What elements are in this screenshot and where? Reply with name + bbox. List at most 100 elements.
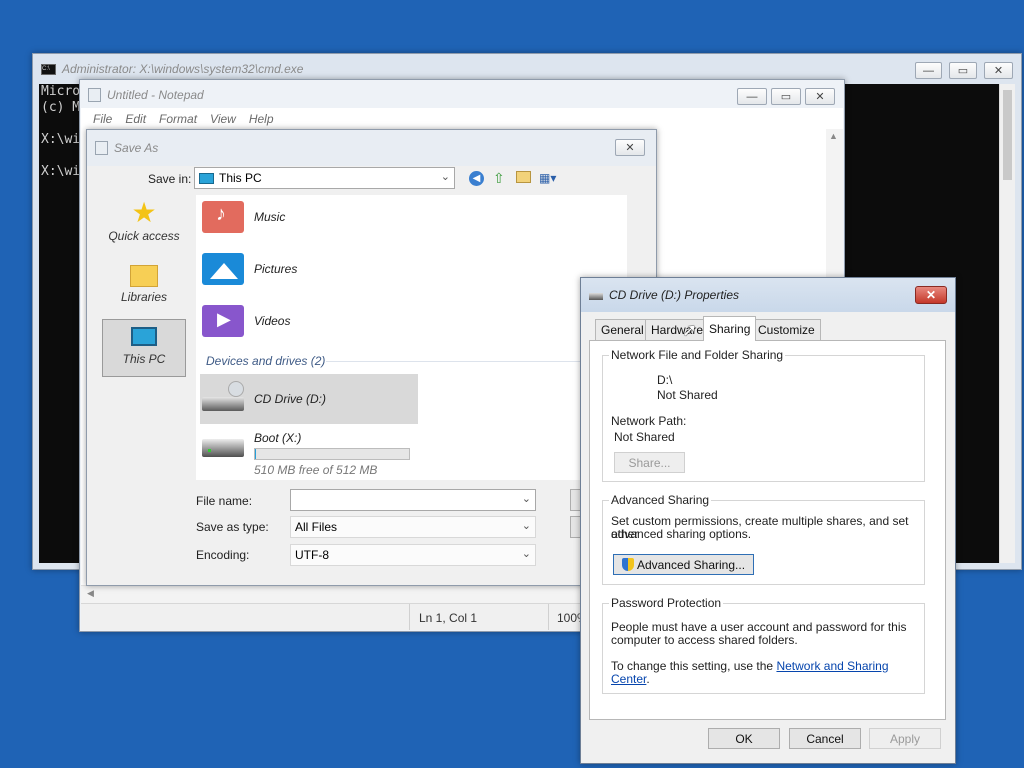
places-bar: ★ Quick access Libraries This PC xyxy=(99,195,189,465)
notepad-close-button[interactable]: ✕ xyxy=(805,88,835,105)
password-protection-title: Password Protection xyxy=(609,596,724,610)
file-name-label: File name: xyxy=(196,494,253,508)
cd-drive-icon xyxy=(202,381,246,417)
properties-titlebar[interactable]: CD Drive (D:) Properties xyxy=(581,278,955,312)
save-as-icon xyxy=(95,141,108,155)
save-as-close-button[interactable]: ✕ xyxy=(615,139,645,156)
drive-usage-fill xyxy=(255,449,256,459)
encoding-value: UTF-8 xyxy=(295,548,329,562)
monitor-icon xyxy=(199,172,214,184)
password-change-text: To change this setting, use the Network … xyxy=(611,660,924,686)
save-in-label: Save in: xyxy=(148,172,192,186)
chevron-down-icon: ⌄ xyxy=(521,548,531,560)
ok-button[interactable]: OK xyxy=(708,728,780,749)
view-menu-icon[interactable]: ▦▾ xyxy=(539,171,556,185)
notepad-minimize-button[interactable]: — xyxy=(737,88,767,105)
back-icon[interactable]: ◀ xyxy=(469,171,484,186)
cmd-scrollbar[interactable] xyxy=(999,84,1015,563)
drive-free-space: 510 MB free of 512 MB xyxy=(254,463,378,477)
status-position: Ln 1, Col 1 xyxy=(419,611,478,625)
tab-customize[interactable]: Customize xyxy=(752,319,821,340)
folder-label: Videos xyxy=(254,314,291,328)
folder-label: Music xyxy=(254,210,286,224)
password-change-prefix: To change this setting, use the xyxy=(611,659,774,673)
chevron-down-icon[interactable]: ⌄ xyxy=(522,492,531,505)
drive-label: Boot (X:) xyxy=(254,431,302,445)
menu-edit[interactable]: Edit xyxy=(125,112,146,126)
file-name-input[interactable]: ⌄ xyxy=(290,489,536,511)
advanced-sharing-title: Advanced Sharing xyxy=(609,493,712,507)
star-icon: ★ xyxy=(131,197,157,228)
cmd-icon: C:\ xyxy=(41,63,56,75)
cmd-maximize-button[interactable]: ▭ xyxy=(949,62,977,79)
devices-header: Devices and drives (2) xyxy=(206,354,326,368)
notepad-titlebar[interactable]: Untitled - Notepad xyxy=(80,80,844,110)
chevron-down-icon: ⌄ xyxy=(440,171,450,183)
uac-shield-icon xyxy=(621,558,634,571)
menu-format[interactable]: Format xyxy=(159,112,197,126)
share-path: D:\ xyxy=(657,373,673,387)
drive-boot[interactable]: Boot (X:) 510 MB free of 512 MB xyxy=(202,431,410,477)
mouse-cursor-icon: ➚ xyxy=(682,320,698,340)
drive-usage-bar xyxy=(254,448,410,460)
drive-label: CD Drive (D:) xyxy=(254,392,326,406)
save-as-type-label: Save as type: xyxy=(196,520,269,534)
menu-file[interactable]: File xyxy=(93,112,112,126)
properties-close-button[interactable]: ✕ xyxy=(915,286,947,304)
file-list[interactable]: ♪ Music Pictures ▶ Videos Devices and dr… xyxy=(196,195,627,480)
cancel-button[interactable] xyxy=(570,516,580,538)
share-state: Not Shared xyxy=(657,388,718,402)
tab-hardware[interactable]: Hardware xyxy=(645,319,710,340)
cmd-title: Administrator: X:\windows\system32\cmd.e… xyxy=(62,62,304,76)
properties-dialog: CD Drive (D:) Properties ✕ General Hardw… xyxy=(580,277,956,764)
drive-cd[interactable]: CD Drive (D:) xyxy=(202,381,326,417)
cmd-minimize-button[interactable]: — xyxy=(915,62,942,79)
save-button[interactable] xyxy=(570,489,580,511)
encoding-dropdown[interactable]: UTF-8 ⌄ xyxy=(290,544,536,566)
up-folder-icon[interactable]: ⇧ xyxy=(493,170,505,187)
sharing-panel: Network File and Folder Sharing D:\ Not … xyxy=(589,340,946,720)
pictures-folder-icon xyxy=(202,251,246,287)
save-as-titlebar[interactable]: Save As xyxy=(87,130,656,166)
place-libraries[interactable]: Libraries xyxy=(102,259,186,317)
place-this-pc[interactable]: This PC xyxy=(102,319,186,377)
tab-general[interactable]: General xyxy=(595,319,650,340)
network-path-label: Network Path: xyxy=(611,414,687,428)
save-as-type-value: All Files xyxy=(295,520,338,534)
share-button[interactable]: Share... xyxy=(614,452,685,473)
menu-help[interactable]: Help xyxy=(249,112,274,126)
advanced-sharing-button[interactable]: Advanced Sharing... xyxy=(613,554,754,575)
place-label: Libraries xyxy=(120,290,168,304)
videos-folder-icon: ▶ xyxy=(202,303,246,339)
scroll-left-icon[interactable]: ◀ xyxy=(87,588,94,599)
password-protection-group: Password Protection People must have a u… xyxy=(602,596,925,694)
encoding-label: Encoding: xyxy=(196,548,250,562)
folder-pictures[interactable]: Pictures xyxy=(202,251,297,287)
place-quick-access[interactable]: ★ Quick access xyxy=(102,195,186,253)
save-in-value: This PC xyxy=(219,171,262,185)
password-text: computer to access shared folders. xyxy=(611,633,798,647)
properties-title: CD Drive (D:) Properties xyxy=(609,288,740,302)
apply-button[interactable]: Apply xyxy=(869,728,941,749)
cmd-close-button[interactable]: ✕ xyxy=(984,62,1013,79)
menu-view[interactable]: View xyxy=(210,112,236,126)
network-sharing-title: Network File and Folder Sharing xyxy=(609,348,786,362)
folder-videos[interactable]: ▶ Videos xyxy=(202,303,290,339)
save-as-type-dropdown[interactable]: All Files ⌄ xyxy=(290,516,536,538)
network-sharing-group: Network File and Folder Sharing D:\ Not … xyxy=(602,348,925,482)
advanced-sharing-group: Advanced Sharing Set custom permissions,… xyxy=(602,493,925,585)
notepad-maximize-button[interactable]: ▭ xyxy=(771,88,801,105)
hard-drive-icon xyxy=(202,431,246,467)
password-change-suffix: . xyxy=(646,672,650,686)
network-path-value: Not Shared xyxy=(614,430,675,444)
chevron-down-icon: ⌄ xyxy=(521,520,531,532)
monitor-icon xyxy=(131,327,157,346)
place-label: Quick access xyxy=(108,229,180,243)
cancel-button[interactable]: Cancel xyxy=(789,728,861,749)
save-in-dropdown[interactable]: This PC ⌄ xyxy=(194,167,455,189)
folder-music[interactable]: ♪ Music xyxy=(202,199,285,235)
notepad-menubar: File Edit Format View Help xyxy=(81,108,843,129)
tab-sharing[interactable]: Sharing xyxy=(703,316,757,341)
scroll-up-icon[interactable]: ▲ xyxy=(829,131,838,141)
new-folder-icon[interactable] xyxy=(516,171,531,183)
